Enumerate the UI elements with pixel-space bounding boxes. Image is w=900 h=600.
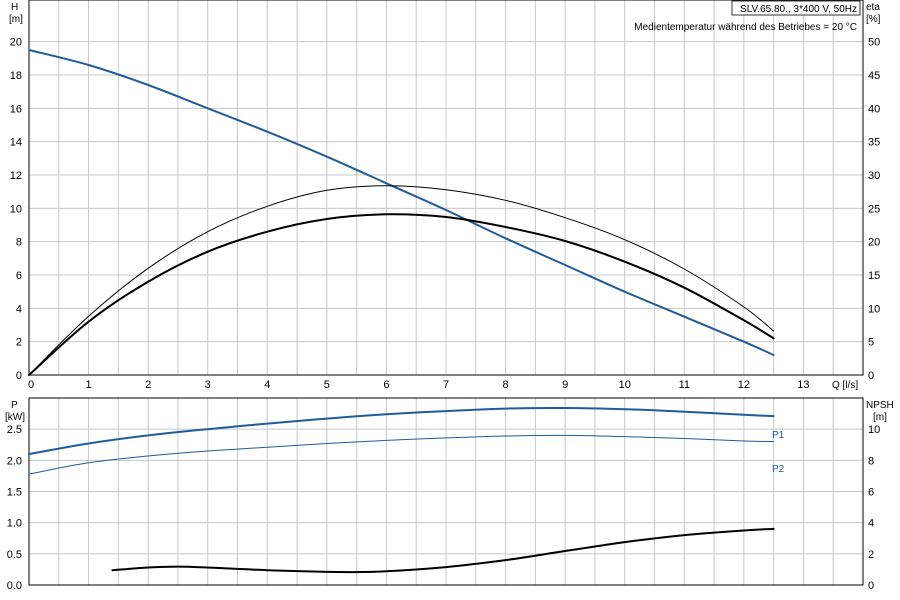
y-right-tick-label: 25 [868,203,880,215]
y-left-tick-label: 20 [10,37,22,49]
y-right-unit-m: [m] [873,412,887,423]
series-line-upper-2 [28,213,775,376]
y-right-tick-label: 10 [868,424,880,436]
y-left-tick-label: 18 [10,70,22,82]
y-right-tick-label: 8 [868,455,874,467]
y-right-tick-label: 30 [868,170,880,182]
upper-left-ticks: 0 2 4 6 8 10 12 14 16 18 20 [10,37,22,382]
y-right-tick-label: 50 [868,37,880,49]
y-right-tick-label: 6 [868,487,874,499]
series-line-lower-1 [28,434,775,475]
x-tick-label: 11 [679,379,690,391]
y-right-label-npsh: NPSH [866,400,894,411]
y-right-tick-label: 10 [868,303,880,315]
x-tick-label: 13 [797,379,809,391]
y-right-tick-label: 0 [868,370,874,382]
y-left-tick-label: 0.0 [7,580,22,592]
y-left-tick-label: 14 [10,137,22,149]
y-left-unit-kw: [kW] [5,412,25,423]
y-left-tick-label: 1.5 [7,487,22,499]
y-right-tick-label: 5 [868,337,874,349]
y-right-tick-label: 15 [868,270,880,282]
x-tick-label: 2 [145,379,151,391]
y-right-tick-label: 35 [868,137,880,149]
y-left-tick-label: 1.0 [7,518,22,530]
x-tick-label: 5 [324,379,330,391]
y-left-tick-label: 0 [16,370,22,382]
lower-grid [29,398,863,585]
y-right-tick-label: 2 [868,549,874,561]
upper-grid [29,0,863,375]
y-right-label-eta: eta [866,2,880,13]
x-tick-label: 12 [738,379,750,391]
series-label-p2: P2 [772,464,785,475]
medium-temperature-note: Medientemperatur während des Betriebes =… [634,22,857,33]
y-left-tick-label: 6 [16,270,22,282]
y-right-tick-label: 20 [868,237,880,249]
x-tick-label: 7 [443,379,449,391]
y-left-tick-label: 4 [16,303,22,315]
y-left-tick-label: 16 [10,103,22,115]
lower-series [28,406,775,574]
head-efficiency-panel: 0 1 2 3 4 5 6 7 8 9 10 11 12 13 02468101214161820 051… [9,0,881,391]
y-right-tick-label: 40 [868,103,880,115]
series-line-lower-2 [111,527,775,574]
pump-curve-chart: 0 1 2 3 4 5 6 7 8 9 10 11 12 13 02468101214161820 051… [5,0,894,592]
x-tick-label: 6 [383,379,389,391]
power-npsh-panel: 0.0 0.5 1.0 1.5 2.0 2.5 0 2 4 6 8 10 P [kW] NPSH [… [5,397,894,592]
y-right-tick-label: 4 [868,518,874,530]
series-line-upper-0 [28,49,775,356]
y-right-tick-label: 45 [868,70,880,82]
y-left-label-h: H [11,2,18,13]
x-tick-label: 10 [619,379,631,391]
y-right-tick-label: 0 [868,580,874,592]
y-left-label-p: P [11,400,18,411]
y-left-tick-label: 2 [16,337,22,349]
y-left-tick-label: 2.5 [7,424,22,436]
y-left-tick-label: 0.5 [7,549,22,561]
lower-right-ticks: 0 2 4 6 8 10 [868,424,880,592]
y-left-tick-label: 12 [10,170,22,182]
y-right-unit-percent: [%] [866,14,881,25]
x-tick-label: 3 [205,379,211,391]
y-left-tick-label: 2.0 [7,455,22,467]
x-tick-label: 0 [28,379,34,391]
y-left-tick-label: 10 [10,203,22,215]
series-label-p1: P1 [772,430,785,441]
x-tick-label: 1 [86,379,92,391]
series-line-lower-0 [28,406,775,456]
x-tick-label: 8 [503,379,509,391]
lower-left-ticks: 0.0 0.5 1.0 1.5 2.0 2.5 [7,424,22,592]
model-label: SLV.65.80., 3*400 V, 50Hz [740,4,857,15]
upper-x-ticks: 0 1 2 3 4 5 6 7 8 9 10 11 12 13 [28,379,810,391]
x-tick-label: 9 [562,379,568,391]
upper-right-ticks: 0 5 10 15 20 25 30 35 40 45 50 [868,37,880,382]
upper-series [28,49,775,376]
x-axis-label: Q [l/s] [832,380,858,391]
y-left-unit-m: [m] [9,14,23,25]
x-tick-label: 4 [264,379,270,391]
y-left-tick-label: 8 [16,237,22,249]
